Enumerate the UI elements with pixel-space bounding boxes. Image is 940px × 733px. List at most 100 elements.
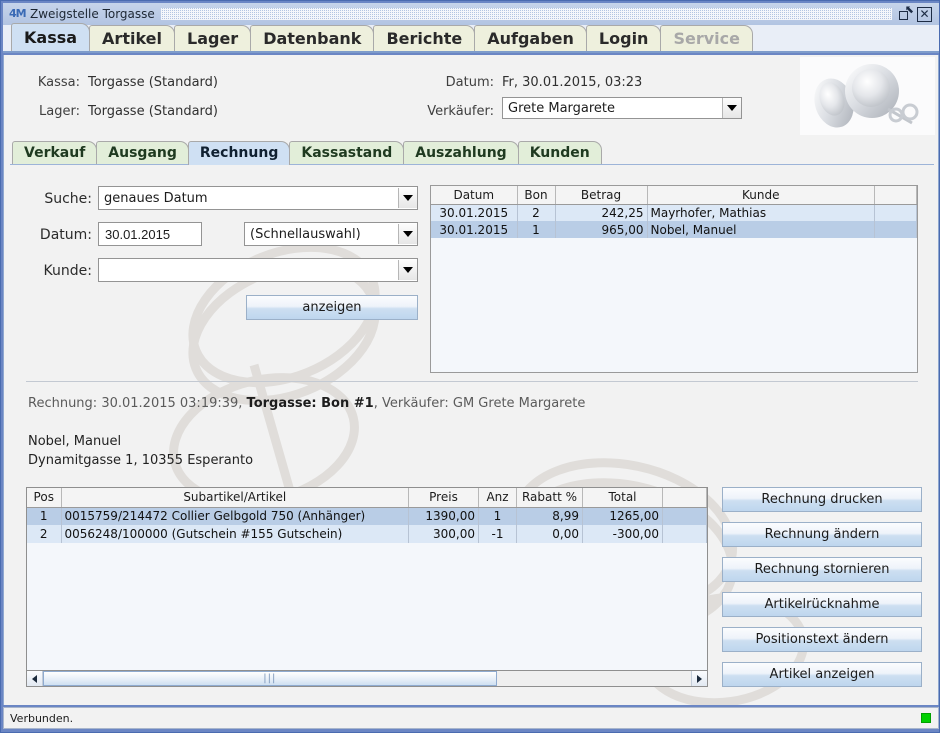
col-subartikel[interactable]: Subartikel/Artikel	[61, 488, 409, 508]
anzeigen-button-label: anzeigen	[302, 300, 362, 315]
positions-header-row: Pos Subartikel/Artikel Preis Anz Rabatt …	[27, 488, 707, 508]
chevron-down-icon[interactable]	[722, 98, 741, 118]
table-row[interactable]: 2 0056248/100000 (Gutschein #155 Gutsche…	[27, 525, 707, 543]
invoice-datetime: 30.01.2015 03:19:39	[101, 396, 239, 411]
tab-artikel[interactable]: Artikel	[89, 25, 175, 51]
cell-spacer	[874, 221, 917, 238]
schnellauswahl-combobox[interactable]: (Schnellauswahl)	[244, 222, 418, 246]
subtab-ausgang[interactable]: Ausgang	[96, 141, 189, 165]
artikel-anzeigen-button[interactable]: Artikel anzeigen	[722, 662, 922, 687]
cell-betrag: 242,25	[555, 204, 648, 221]
positions-horizontal-scrollbar[interactable]: |||	[26, 670, 708, 687]
tab-datenbank[interactable]: Datenbank	[250, 25, 375, 51]
chevron-down-icon[interactable]	[398, 260, 417, 280]
subtab-divider	[10, 164, 934, 165]
rechnung-drucken-label: Rechnung drucken	[761, 492, 883, 507]
receipt-list-panel[interactable]: Datum Bon Betrag Kunde 30.01.2015 2 242,…	[430, 185, 918, 373]
chevron-down-icon[interactable]	[398, 224, 417, 244]
col-total[interactable]: Total	[582, 488, 663, 508]
sub-tab-bar: Verkauf Ausgang Rechnung Kassastand Ausz…	[12, 139, 932, 165]
table-row[interactable]: 30.01.2015 2 242,25 Mayrhofer, Mathias	[431, 204, 917, 221]
receipt-list-table: Datum Bon Betrag Kunde 30.01.2015 2 242,…	[431, 186, 917, 238]
col-rabatt[interactable]: Rabatt %	[516, 488, 583, 508]
suche-combobox-value: genaues Datum	[104, 190, 208, 206]
titlebar-drag-area[interactable]	[160, 8, 892, 20]
subtab-verkauf[interactable]: Verkauf	[12, 141, 98, 165]
col-pos[interactable]: Pos	[27, 488, 62, 508]
kunde-combobox[interactable]	[98, 258, 418, 282]
subtab-ausgang-label: Ausgang	[108, 145, 177, 161]
cell-extra	[662, 525, 707, 543]
col-betrag[interactable]: Betrag	[555, 186, 648, 205]
invoice-store-bon: Torgasse: Bon #1	[246, 396, 374, 411]
subtab-kunden-label: Kunden	[529, 145, 590, 161]
tab-berichte[interactable]: Berichte	[373, 25, 476, 51]
tab-lager[interactable]: Lager	[174, 25, 252, 51]
tab-login[interactable]: Login	[585, 25, 662, 51]
rechnung-aendern-label: Rechnung ändern	[764, 527, 880, 542]
restore-icon[interactable]	[898, 3, 914, 22]
chevron-down-icon[interactable]	[398, 188, 417, 208]
subtab-auszahlung[interactable]: Auszahlung	[403, 141, 519, 165]
verkaeufer-combobox[interactable]: Grete Margarete	[502, 97, 742, 119]
col-spacer	[874, 186, 917, 205]
anzeigen-button[interactable]: anzeigen	[246, 295, 418, 320]
subtab-kassastand[interactable]: Kassastand	[289, 141, 405, 165]
datum-value: Fr, 30.01.2015, 03:23	[502, 75, 643, 90]
cell-bon: 1	[517, 221, 556, 238]
rechnung-stornieren-button[interactable]: Rechnung stornieren	[722, 557, 922, 582]
header-info: Kassa: Torgasse (Standard) Lager: Torgas…	[4, 55, 938, 135]
invoice-prefix: Rechnung:	[28, 396, 102, 411]
scrollbar-track[interactable]: |||	[43, 671, 691, 686]
application-window: 4M Zweigstelle Torgasse ✕ Kassa Artikel …	[0, 0, 940, 733]
col-bon[interactable]: Bon	[517, 186, 556, 205]
cell-pos: 2	[27, 525, 62, 543]
cell-spacer	[874, 204, 917, 221]
col-datum[interactable]: Datum	[431, 186, 518, 205]
cell-pos: 1	[27, 507, 62, 525]
table-row[interactable]: 30.01.2015 1 965,00 Nobel, Manuel	[431, 221, 917, 238]
subtab-rechnung[interactable]: Rechnung	[187, 141, 291, 165]
tab-aufgaben[interactable]: Aufgaben	[474, 25, 587, 51]
tab-login-label: Login	[598, 29, 649, 48]
cell-total: -300,00	[582, 525, 663, 543]
invoice-sep1: ,	[238, 396, 247, 411]
schnellauswahl-combobox-value: (Schnellauswahl)	[250, 226, 361, 242]
artikel-anzeigen-label: Artikel anzeigen	[769, 667, 875, 682]
subtab-kunden[interactable]: Kunden	[517, 141, 602, 165]
close-icon[interactable]: ✕	[917, 6, 932, 22]
artikelruecknahme-button[interactable]: Artikelrücknahme	[722, 592, 922, 617]
scroll-right-icon[interactable]	[691, 671, 707, 686]
invoice-seller: Verkäufer: GM Grete Margarete	[381, 396, 586, 411]
rechnung-drucken-button[interactable]: Rechnung drucken	[722, 487, 922, 512]
cell-kunde: Nobel, Manuel	[647, 221, 875, 238]
col-extra[interactable]	[662, 488, 707, 508]
title-bar: 4M Zweigstelle Torgasse ✕	[3, 3, 939, 25]
suche-combobox[interactable]: genaues Datum	[98, 186, 418, 210]
cell-preis: 300,00	[408, 525, 479, 543]
col-preis[interactable]: Preis	[408, 488, 479, 508]
col-kunde[interactable]: Kunde	[647, 186, 875, 205]
cell-extra	[662, 507, 707, 525]
tab-datenbank-label: Datenbank	[263, 29, 362, 48]
tab-kassa[interactable]: Kassa	[11, 23, 91, 51]
rechnung-aendern-button[interactable]: Rechnung ändern	[722, 522, 922, 547]
col-anz[interactable]: Anz	[478, 488, 517, 508]
table-row[interactable]: 1 0015759/214472 Collier Gelbgold 750 (A…	[27, 507, 707, 525]
status-text: Verbunden.	[10, 711, 74, 725]
background-watermark-icon	[169, 242, 380, 507]
positionstext-aendern-button[interactable]: Positionstext ändern	[722, 627, 922, 652]
rechnung-stornieren-label: Rechnung stornieren	[754, 562, 890, 577]
earrings-photo	[800, 57, 935, 135]
connected-led-icon	[921, 713, 931, 723]
cell-anz: 1	[478, 507, 517, 525]
positions-panel[interactable]: Pos Subartikel/Artikel Preis Anz Rabatt …	[26, 487, 708, 687]
subtab-rechnung-label: Rechnung	[199, 145, 279, 161]
scroll-left-icon[interactable]	[27, 671, 43, 686]
cell-kunde: Mayrhofer, Mathias	[647, 204, 875, 221]
suche-label: Suche:	[44, 191, 92, 207]
cell-rabatt: 0,00	[516, 525, 583, 543]
datum-input[interactable]	[98, 222, 202, 246]
main-tab-bar: Kassa Artikel Lager Datenbank Berichte A…	[3, 23, 939, 53]
scrollbar-thumb[interactable]: |||	[43, 671, 497, 686]
